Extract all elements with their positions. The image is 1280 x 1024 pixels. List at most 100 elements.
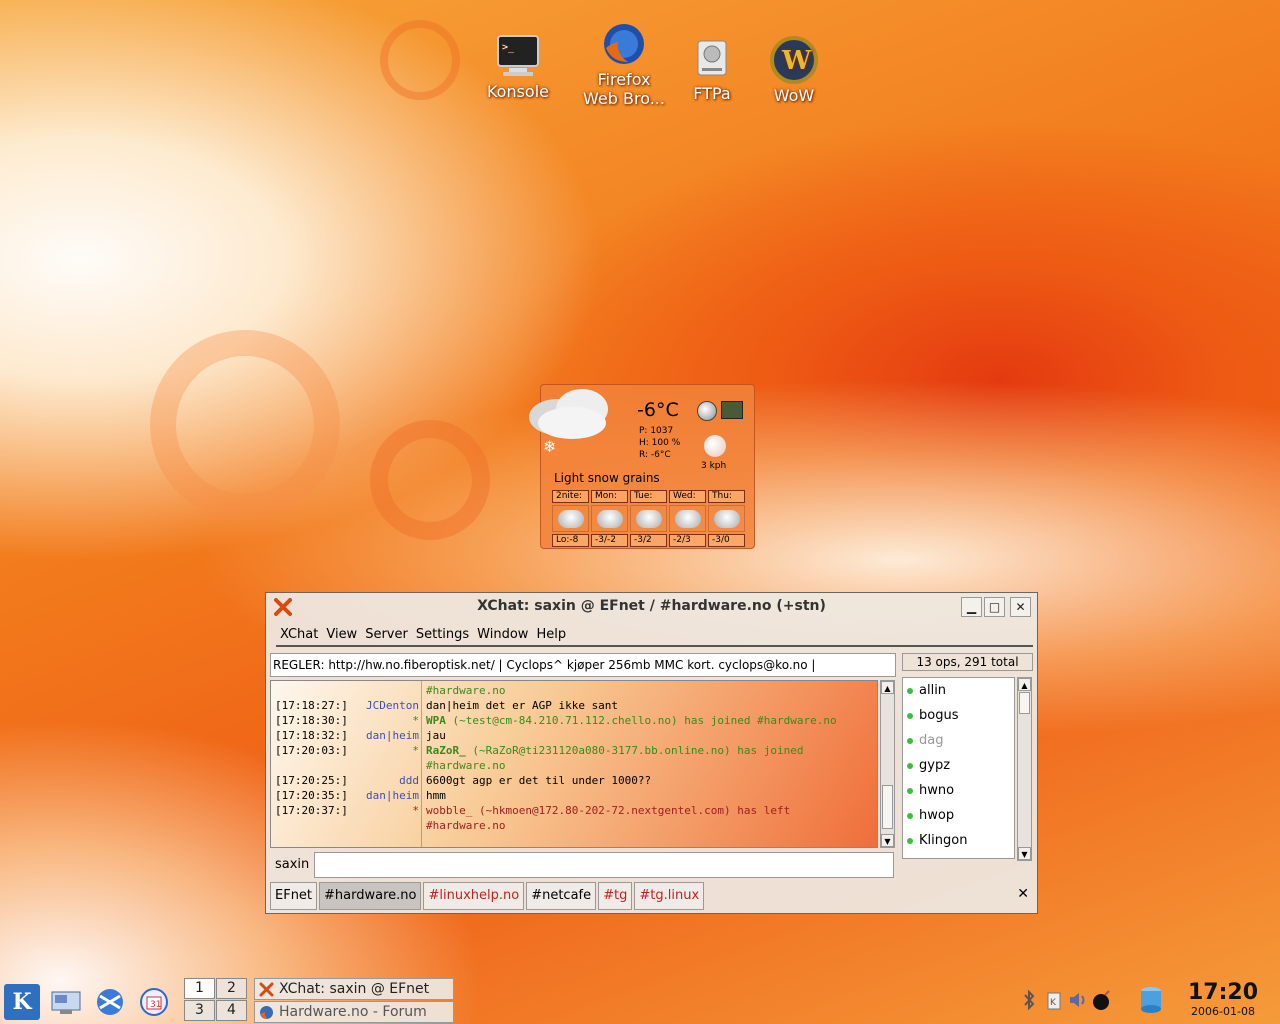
- tab-hardware-no[interactable]: #hardware.no: [319, 882, 422, 910]
- globe-icon[interactable]: [697, 401, 717, 421]
- nick-button[interactable]: saxin: [270, 852, 315, 878]
- tab-linuxhelp-no[interactable]: #linuxhelp.no: [423, 882, 525, 910]
- user-list-item[interactable]: gypz: [903, 753, 1014, 778]
- window-titlebar[interactable]: XChat: saxin @ EFnet / #hardware.no (+st…: [266, 593, 1037, 621]
- wind-speed: 3 kph: [701, 461, 727, 471]
- tab-netcafe[interactable]: #netcafe: [526, 882, 597, 910]
- tab-efnet[interactable]: EFnet: [270, 882, 318, 910]
- menu-xchat[interactable]: XChat: [276, 627, 322, 642]
- chat-timestamp: [17:20:37:]: [275, 804, 348, 817]
- chat-timestamp: [17:20:25:]: [275, 774, 348, 787]
- maximize-button[interactable]: □: [984, 597, 1005, 617]
- message-input[interactable]: [314, 852, 894, 878]
- chat-nick[interactable]: *: [343, 803, 419, 818]
- xchat-icon: [259, 982, 274, 997]
- forecast-weather-icon: [669, 505, 706, 532]
- chat-log[interactable]: #hardware.no [17:18:27:] JCDenton dan|heim …: [270, 680, 878, 848]
- menu-help[interactable]: Help: [532, 627, 570, 642]
- chat-message: wobble_ (~hkmoen@172.80-202-72.nextgente…: [426, 803, 790, 818]
- pressure: P: 1037: [639, 426, 674, 436]
- forecast-temp: -3/-2: [591, 534, 628, 547]
- decor-ring: [370, 420, 490, 540]
- user-list[interactable]: allin bogus dag gypz hwno hwop Klingon: [902, 677, 1015, 859]
- chat-message: #hardware.no: [426, 818, 505, 833]
- show-desktop-icon[interactable]: [48, 984, 84, 1020]
- clock-date: 2006-01-08: [1191, 1005, 1255, 1018]
- scroll-down-arrow[interactable]: ▼: [1018, 847, 1031, 860]
- user-list-item[interactable]: hwno: [903, 778, 1014, 803]
- chat-message-text: wobble_ (~hkmoen@172.80-202-72.nextgente…: [426, 804, 791, 817]
- topic-field[interactable]: REGLER: http://hw.no.fiberoptisk.net/ | …: [270, 653, 896, 677]
- cloud-icon: [529, 389, 608, 439]
- chat-joined-nick: WPA: [426, 714, 446, 727]
- desktop-icon-firefox[interactable]: Firefox Web Bro...: [576, 20, 672, 108]
- chat-nick[interactable]: dan|heim: [343, 788, 419, 803]
- chat-scrollbar[interactable]: ▲ ▼: [880, 680, 895, 848]
- tab-tg-linux[interactable]: #tg.linux: [634, 882, 705, 910]
- chat-message-text: (~test@cm-84.210.71.112.chello.no) has j…: [445, 714, 837, 727]
- desktop-icon-konsole[interactable]: >_ Konsole: [470, 32, 566, 101]
- minimize-button[interactable]: ▁: [961, 597, 982, 617]
- konqueror-icon[interactable]: [92, 984, 128, 1020]
- task-label: Hardware.no - Forum: [279, 1004, 427, 1020]
- pager-desktop-4[interactable]: 4: [216, 1000, 247, 1021]
- k-menu-button[interactable]: K: [4, 984, 40, 1020]
- close-button[interactable]: ✕: [1010, 597, 1031, 617]
- weather-widget[interactable]: ❄ -6°C P: 1037 H: 100 % R: -6°C 3 kph Li…: [529, 384, 755, 549]
- calendar-icon[interactable]: 31: [136, 984, 172, 1020]
- channel-tabs: EFnet #hardware.no #linuxhelp.no #netcaf…: [270, 881, 705, 911]
- chat-timestamp: [17:18:30:]: [275, 714, 348, 727]
- tab-tg[interactable]: #tg: [598, 882, 633, 910]
- user-list-item[interactable]: dag: [903, 728, 1014, 753]
- close-tab-icon[interactable]: ✕: [1017, 886, 1029, 902]
- radar-map-icon[interactable]: [721, 401, 743, 419]
- pager-desktop-3[interactable]: 3: [184, 1000, 215, 1021]
- task-firefox-forum[interactable]: Hardware.no - Forum: [254, 1001, 454, 1023]
- forecast-temp: -2/3: [669, 534, 706, 547]
- database-icon[interactable]: [1138, 986, 1164, 1014]
- harddisk-icon: [688, 34, 736, 82]
- chat-message-text: #hardware.no: [426, 759, 506, 772]
- clock[interactable]: 17:20 2006-01-08: [1183, 980, 1263, 1018]
- svg-text:31: 31: [150, 1000, 161, 1010]
- user-list-item[interactable]: hwop: [903, 803, 1014, 828]
- scroll-up-arrow[interactable]: ▲: [1018, 678, 1031, 691]
- menu-window[interactable]: Window: [473, 627, 532, 642]
- menu-server[interactable]: Server: [361, 627, 412, 642]
- terminal-icon: >_: [494, 32, 542, 80]
- chat-nick[interactable]: dan|heim: [343, 728, 419, 743]
- task-xchat[interactable]: XChat: saxin @ EFnet: [254, 978, 454, 1000]
- chat-nick[interactable]: *: [343, 743, 419, 758]
- scroll-thumb[interactable]: [1019, 692, 1030, 714]
- pager-desktop-1[interactable]: 1: [184, 978, 215, 999]
- volume-icon[interactable]: [1067, 986, 1089, 1014]
- userlist-scrollbar[interactable]: ▲ ▼: [1017, 677, 1032, 861]
- wow-icon: W: [770, 36, 818, 84]
- chat-nick[interactable]: ddd: [343, 773, 419, 788]
- chat-timestamp: [17:20:35:]: [275, 789, 348, 802]
- chat-nick[interactable]: *: [343, 713, 419, 728]
- desktop-icon-label: Firefox Web Bro...: [583, 70, 665, 108]
- svg-text:>_: >_: [502, 42, 515, 53]
- menu-settings[interactable]: Settings: [412, 627, 473, 642]
- user-list-item[interactable]: Klingon: [903, 828, 1014, 853]
- klipper-icon[interactable]: K: [1043, 986, 1065, 1014]
- firefox-icon: [260, 1006, 273, 1019]
- scroll-down-arrow[interactable]: ▼: [881, 834, 894, 847]
- menu-view[interactable]: View: [322, 627, 361, 642]
- forecast-day-label: 2nite:: [552, 490, 589, 503]
- user-list-item[interactable]: bogus: [903, 703, 1014, 728]
- scroll-thumb[interactable]: [882, 785, 893, 829]
- user-list-item[interactable]: allin: [903, 678, 1014, 703]
- chat-nick[interactable]: JCDenton: [343, 698, 419, 713]
- humidity: H: 100 %: [639, 438, 681, 448]
- weather-condition: Light snow grains: [554, 471, 660, 485]
- forecast-weather-icon: [591, 505, 628, 532]
- bomb-icon[interactable]: [1091, 986, 1113, 1014]
- desktop-icon-wow[interactable]: W WoW: [746, 36, 842, 105]
- chat-message-text: #hardware.no: [426, 684, 506, 697]
- bluetooth-icon[interactable]: [1018, 986, 1040, 1014]
- scroll-up-arrow[interactable]: ▲: [881, 681, 894, 694]
- chat-message: 6600gt agp er det til under 1000??: [426, 773, 651, 788]
- pager-desktop-2[interactable]: 2: [216, 978, 247, 999]
